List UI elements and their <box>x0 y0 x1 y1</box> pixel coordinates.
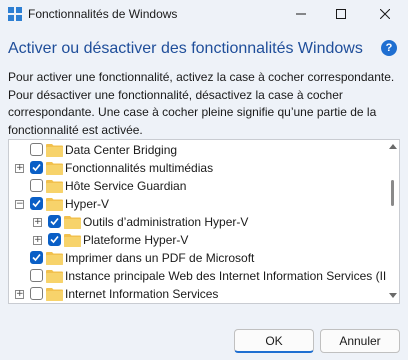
feature-checkbox[interactable] <box>30 251 43 264</box>
maximize-button[interactable] <box>320 0 362 28</box>
expand-icon[interactable]: + <box>15 290 24 299</box>
expand-icon[interactable]: + <box>33 236 42 245</box>
feature-label: Data Center Bridging <box>65 143 178 157</box>
feature-tree[interactable]: Data Center Bridging + Fonctionnalités mul… <box>8 139 400 304</box>
expand-icon[interactable]: + <box>33 218 42 227</box>
feature-checkbox[interactable] <box>48 215 61 228</box>
folder-icon <box>46 270 63 283</box>
feature-label: Fonctionnalités multimédias <box>65 161 214 175</box>
folder-icon <box>46 180 63 193</box>
feature-row[interactable]: Data Center Bridging <box>9 141 387 159</box>
folder-icon <box>64 216 81 229</box>
feature-row[interactable]: − Hyper-V <box>9 195 387 213</box>
scroll-up-icon[interactable] <box>389 143 397 149</box>
folder-icon <box>46 198 63 211</box>
feature-row[interactable]: + Fonctionnalités multimédias <box>9 159 387 177</box>
checkmark-icon <box>32 253 41 262</box>
checkmark-icon <box>50 235 59 244</box>
feature-label: Plateforme Hyper-V <box>83 233 189 247</box>
feature-row[interactable]: + Internet Information Services <box>9 285 387 303</box>
folder-icon <box>46 144 63 157</box>
page-heading: Activer ou désactiver des fonctionnalité… <box>8 40 363 57</box>
close-icon <box>380 9 390 19</box>
feature-checkbox[interactable] <box>30 197 43 210</box>
vertical-scrollbar[interactable] <box>387 140 399 303</box>
feature-label: Hyper-V <box>65 197 110 211</box>
feature-checkbox[interactable] <box>30 143 43 156</box>
feature-checkbox[interactable] <box>30 287 43 300</box>
cancel-button[interactable]: Annuler <box>320 329 400 353</box>
checkmark-icon <box>32 199 41 208</box>
feature-label: Outils d’administration Hyper-V <box>83 215 249 229</box>
scroll-down-icon[interactable] <box>389 293 397 299</box>
feature-row[interactable]: Hôte Service Guardian <box>9 177 387 195</box>
feature-checkbox[interactable] <box>48 233 61 246</box>
feature-label: Hôte Service Guardian <box>65 179 187 193</box>
feature-checkbox[interactable] <box>30 269 43 282</box>
scroll-thumb[interactable] <box>391 180 394 206</box>
feature-row[interactable]: Imprimer dans un PDF de Microsoft <box>9 249 387 267</box>
maximize-icon <box>336 9 346 19</box>
ok-button[interactable]: OK <box>234 329 314 353</box>
collapse-icon[interactable]: − <box>15 200 24 209</box>
window-title: Fonctionnalités de Windows <box>28 7 178 21</box>
minimize-icon <box>296 13 306 15</box>
feature-label: Internet Information Services <box>65 287 219 301</box>
folder-icon <box>46 288 63 301</box>
close-button[interactable] <box>364 0 406 28</box>
feature-label: Imprimer dans un PDF de Microsoft <box>65 251 255 265</box>
checkmark-icon <box>32 163 41 172</box>
expand-icon[interactable]: + <box>15 164 24 173</box>
folder-icon <box>64 234 81 247</box>
feature-row[interactable]: + Outils d’administration Hyper-V <box>9 213 387 231</box>
feature-checkbox[interactable] <box>30 179 43 192</box>
folder-icon <box>46 162 63 175</box>
feature-label: Instance principale Web des Internet Inf… <box>65 269 399 283</box>
windows-features-icon <box>8 7 22 21</box>
title-bar: Fonctionnalités de Windows <box>0 0 408 28</box>
feature-row[interactable]: Instance principale Web des Internet Inf… <box>9 267 398 285</box>
description-text: Pour activer une fonctionnalité, activez… <box>8 70 395 137</box>
minimize-button[interactable] <box>280 0 322 28</box>
folder-icon <box>46 252 63 265</box>
help-icon[interactable]: ? <box>381 40 397 56</box>
checkmark-icon <box>50 217 59 226</box>
feature-checkbox[interactable] <box>30 161 43 174</box>
feature-row[interactable]: + Plateforme Hyper-V <box>9 231 387 249</box>
